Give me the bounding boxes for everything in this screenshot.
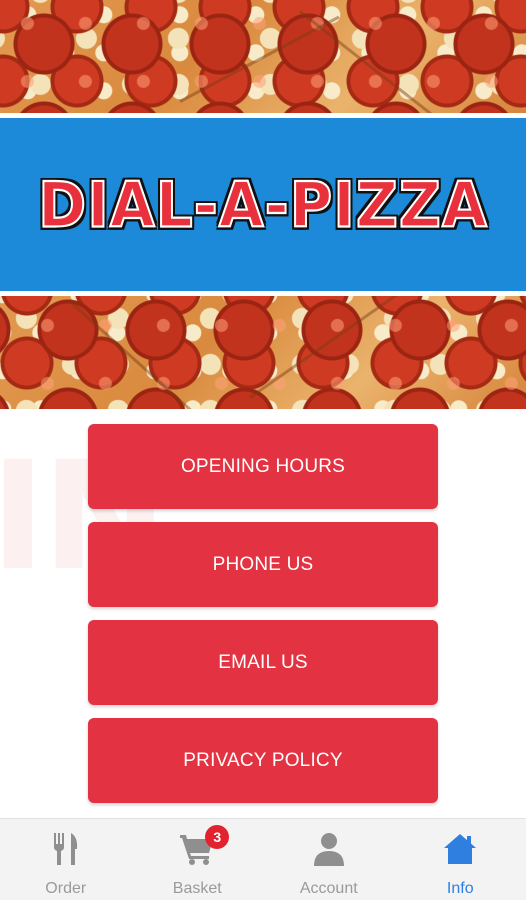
tab-basket-label: Basket: [172, 880, 222, 897]
tab-basket[interactable]: 3 Basket: [132, 819, 264, 900]
opening-hours-button[interactable]: OPENING HOURS: [88, 424, 438, 509]
phone-us-button[interactable]: PHONE US: [88, 522, 438, 607]
person-icon: [309, 829, 349, 869]
basket-count-badge: 3: [205, 825, 230, 849]
tab-account[interactable]: Account: [263, 819, 395, 900]
header-pizza-image-top: [0, 0, 526, 113]
tab-info[interactable]: Info: [395, 819, 526, 900]
email-us-button[interactable]: EMAIL US: [88, 620, 438, 705]
cart-icon: 3: [177, 825, 230, 869]
brand-logo-title: DIAL-A-PIZZA: [37, 167, 488, 243]
privacy-policy-button[interactable]: PRIVACY POLICY: [88, 718, 438, 803]
tab-account-label: Account: [299, 880, 358, 897]
info-menu: OPENING HOURS PHONE US EMAIL US PRIVACY …: [88, 424, 438, 816]
brand-banner: DIAL-A-PIZZA: [0, 118, 526, 291]
home-icon: [440, 829, 480, 869]
tab-order[interactable]: Order: [0, 819, 132, 900]
bottom-tab-bar: Order 3 Basket Account Info: [0, 818, 526, 900]
tab-order-label: Order: [45, 880, 87, 897]
tab-info-label: Info: [446, 880, 474, 897]
header-pizza-image-bottom: [0, 296, 526, 409]
fork-knife-icon: [46, 829, 86, 869]
